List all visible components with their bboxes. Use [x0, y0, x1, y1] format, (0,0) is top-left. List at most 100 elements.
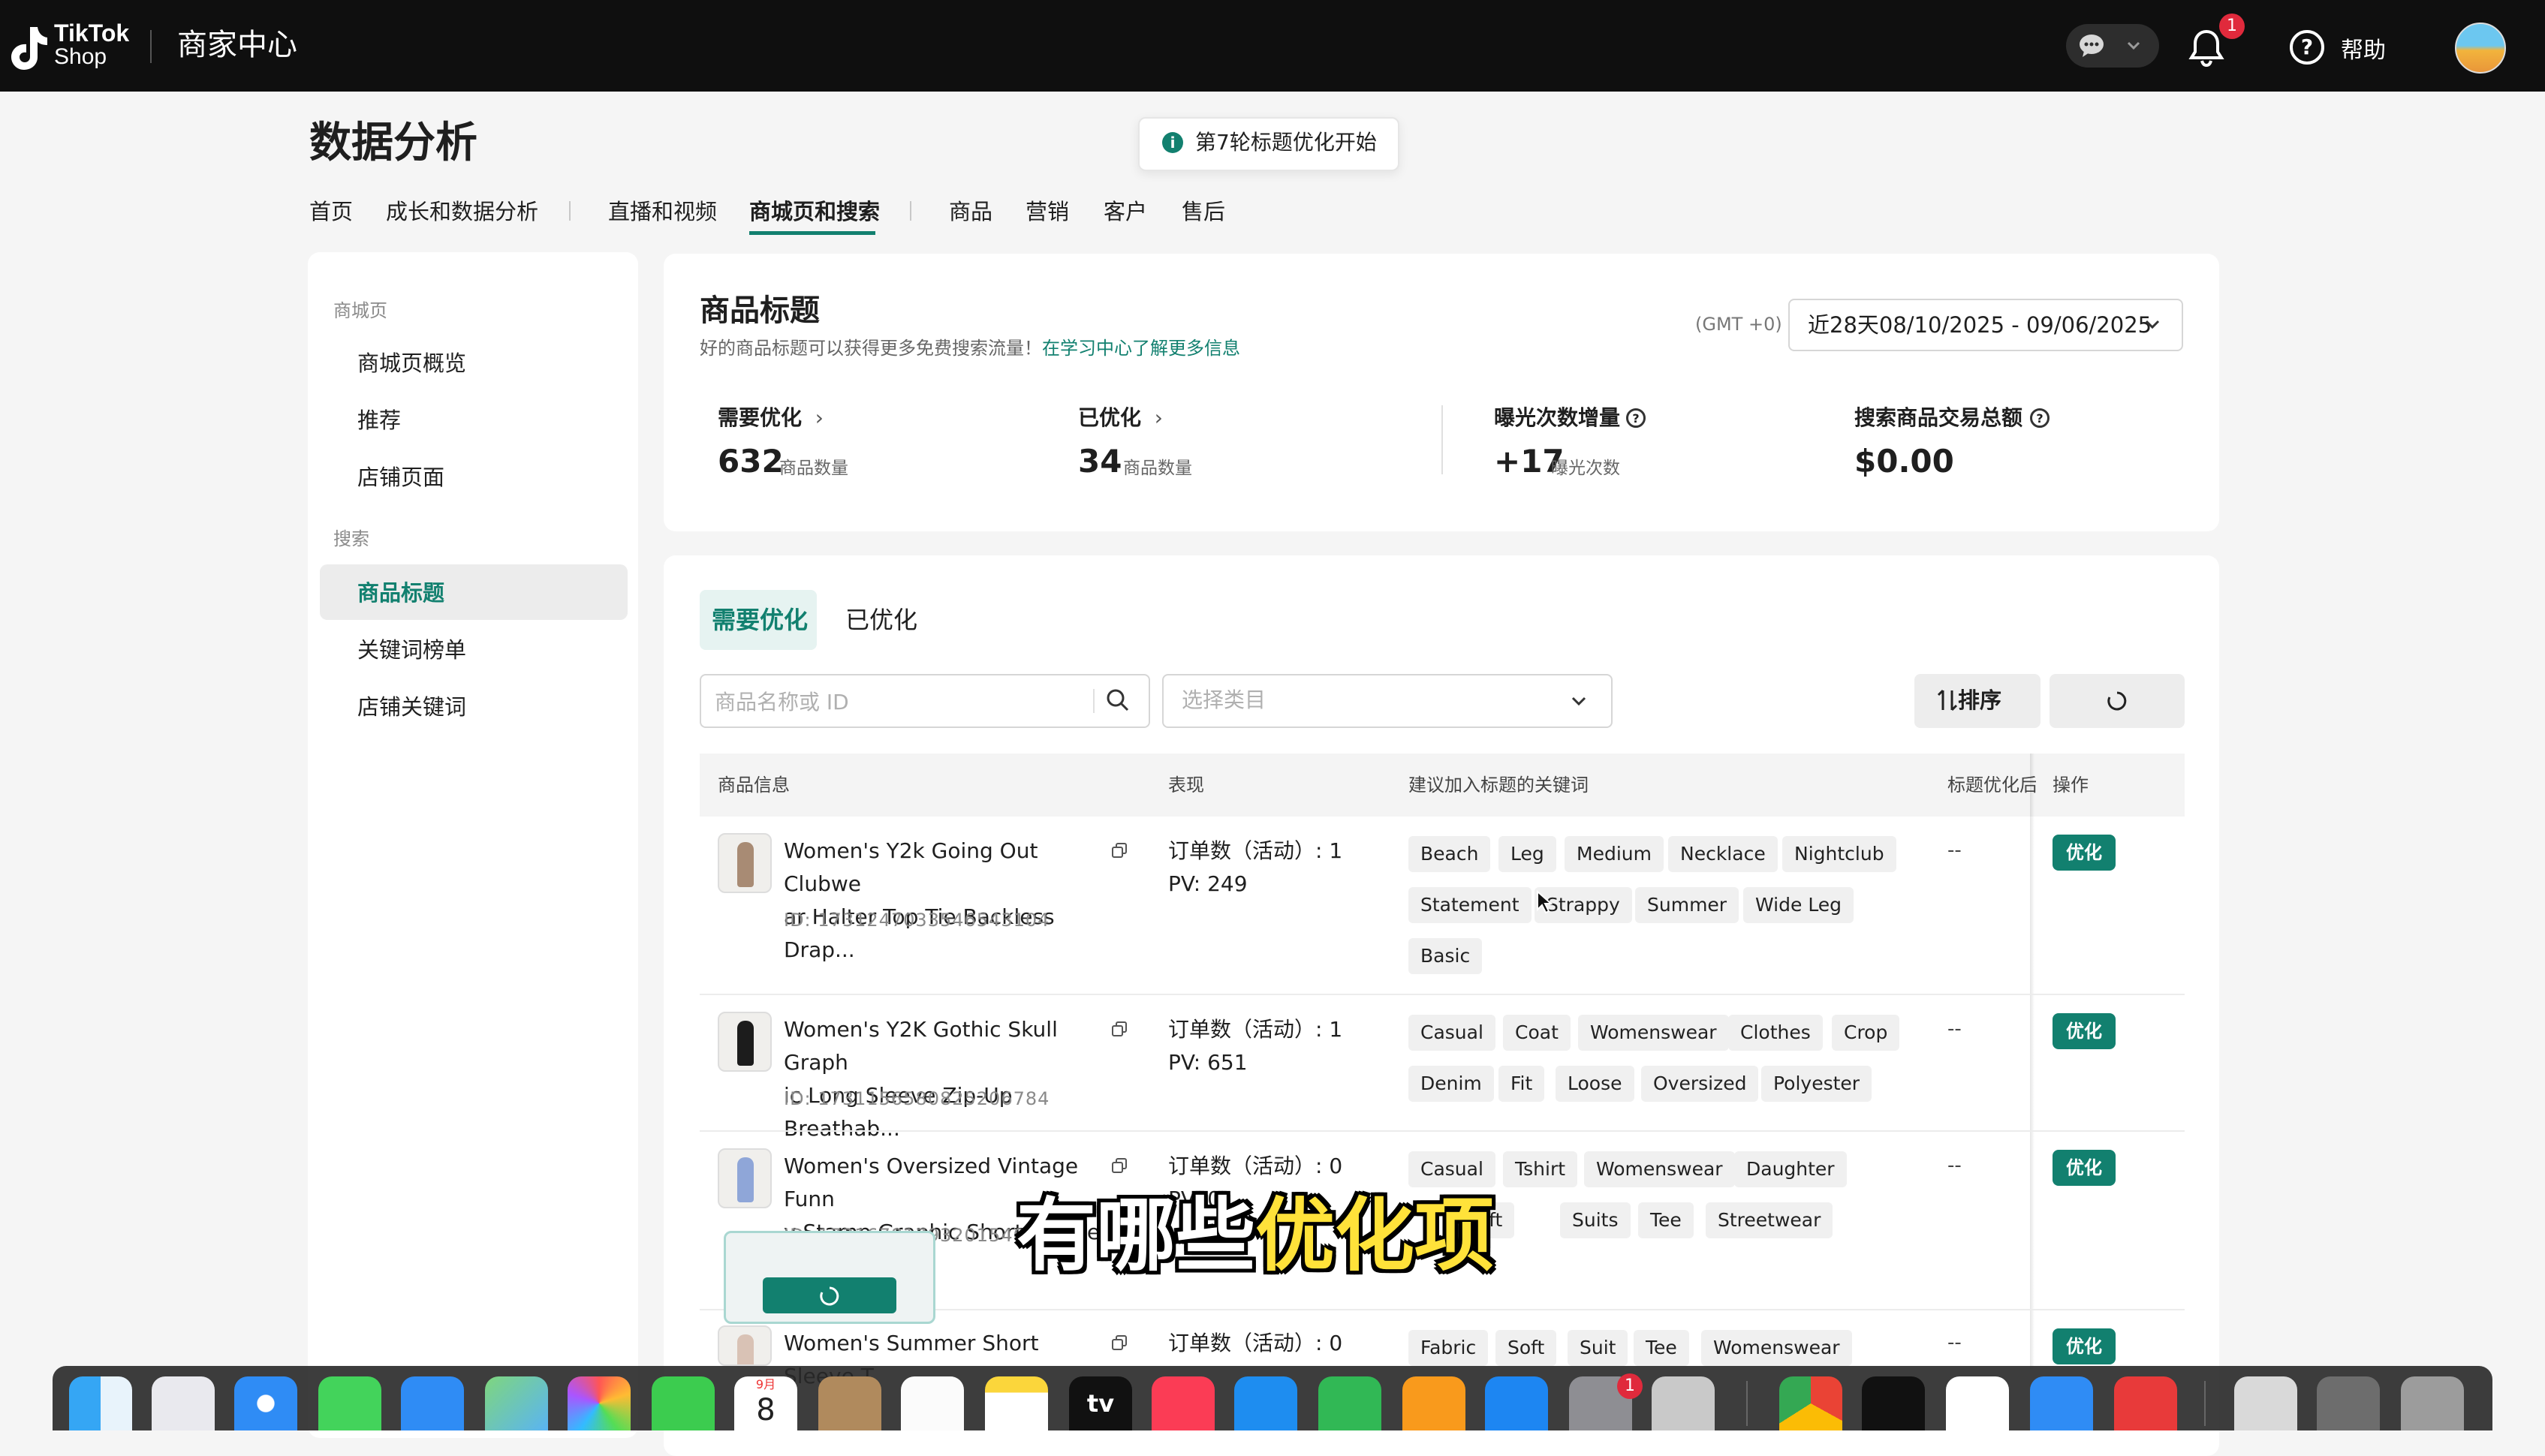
toast-text: 第7轮标题优化开始 [1195, 130, 1377, 155]
metric-unit: 商品数量 [779, 459, 848, 478]
keyword-tag: Summer [1635, 887, 1739, 923]
product-thumbnail[interactable] [718, 1012, 772, 1072]
sidebar-item-mall-overview[interactable]: 商城页概览 [357, 348, 466, 378]
nav-mall-search[interactable]: 商城页和搜索 [749, 197, 880, 227]
apple-tv-icon[interactable]: tv [1069, 1376, 1132, 1430]
safari-icon[interactable] [234, 1376, 297, 1430]
messages-icon[interactable] [318, 1376, 381, 1430]
copy-icon[interactable] [1111, 842, 1128, 859]
chevron-down-icon [1571, 696, 1586, 706]
product-thumbnail[interactable] [718, 1148, 772, 1208]
keyword-tag: Womenswear [1584, 1151, 1735, 1187]
facetime-icon[interactable] [652, 1376, 715, 1430]
optimize-button[interactable]: 优化 [2053, 1328, 2116, 1364]
col-keywords: 建议加入标题的关键词 [1408, 775, 1589, 796]
search-input[interactable] [713, 684, 1092, 719]
keynote-icon[interactable] [1234, 1376, 1297, 1430]
loading-button[interactable] [763, 1277, 896, 1313]
card-title: 商品标题 [700, 293, 820, 328]
sidebar-group-mall: 商城页 [333, 300, 387, 321]
photos-icon[interactable] [568, 1376, 631, 1430]
downloads-folder-icon[interactable] [2234, 1376, 2297, 1430]
sidebar-item-product-title[interactable]: 商品标题 [357, 578, 444, 608]
question-icon[interactable]: ? [1626, 408, 1646, 428]
mail-icon[interactable] [401, 1376, 464, 1430]
contacts-icon[interactable] [818, 1376, 881, 1430]
nav-home[interactable]: 首页 [309, 197, 353, 227]
numbers-icon[interactable] [1318, 1376, 1381, 1430]
col-product-info: 商品信息 [718, 775, 790, 796]
nav-growth[interactable]: 成长和数据分析 [386, 197, 538, 227]
app-title[interactable]: 商家中心 [177, 27, 297, 63]
metric-impressions: 曝光次数增量 [1494, 404, 1620, 432]
sidebar-item-recommend[interactable]: 推荐 [357, 405, 401, 435]
tab-need-optimize[interactable]: 需要优化 [712, 603, 808, 636]
pages-icon[interactable] [1402, 1376, 1465, 1430]
capcut-icon[interactable] [1862, 1376, 1925, 1430]
finder-icon[interactable] [69, 1376, 132, 1430]
netease-music-icon[interactable] [2114, 1376, 2177, 1430]
col-after-optimize: 标题优化后 [1947, 775, 2036, 796]
sidebar-group-search: 搜索 [333, 528, 369, 549]
metric-label: 曝光次数增量 [1494, 405, 1621, 430]
chrome-icon[interactable] [1779, 1376, 1842, 1430]
tiktok-logo-icon[interactable] [8, 24, 50, 72]
calendar-month: 9月 [755, 1377, 776, 1391]
feishu-icon[interactable] [2030, 1376, 2093, 1430]
calendar-icon[interactable]: 9月 8 [734, 1376, 797, 1430]
sidebar-item-keyword-ranking[interactable]: 关键词榜单 [357, 635, 466, 665]
help-label[interactable]: 帮助 [2341, 32, 2386, 65]
keyword-tag: Womenswear [1578, 1015, 1729, 1051]
copy-icon[interactable] [1111, 1021, 1128, 1037]
metric-need-optimize[interactable]: 需要优化 › [718, 404, 824, 432]
row-divider [700, 1130, 2185, 1132]
app-store-icon[interactable] [1485, 1376, 1548, 1430]
iphone-mirroring-icon[interactable] [1652, 1376, 1715, 1430]
chevron-down-icon [2145, 320, 2160, 329]
optimize-button[interactable]: 优化 [2053, 835, 2116, 871]
help-icon[interactable]: ? [2290, 30, 2324, 65]
nav-products[interactable]: 商品 [949, 197, 992, 227]
nav-customers[interactable]: 客户 [1104, 197, 1147, 227]
copy-icon[interactable] [1111, 1334, 1128, 1351]
orders-count: 订单数（活动）: 0 [1168, 1154, 1343, 1178]
learn-more-link[interactable]: 在学习中心了解更多信息 [1042, 338, 1240, 359]
product-thumbnail[interactable] [718, 833, 772, 893]
reminders-icon[interactable] [901, 1376, 964, 1430]
nav-after-sales[interactable]: 售后 [1182, 197, 1225, 227]
music-icon[interactable] [1152, 1376, 1215, 1430]
product-name[interactable]: Women's Y2K Gothic Skull Graph ic Long S… [784, 1013, 1107, 1145]
keyword-tag: Nightclub [1782, 836, 1896, 872]
launchpad-icon[interactable] [152, 1376, 215, 1430]
performance: 订单数（活动）: 0 [1168, 1327, 1342, 1360]
dock-separator [1746, 1381, 1748, 1426]
nav-marketing[interactable]: 营销 [1026, 197, 1069, 227]
question-icon[interactable]: ? [2030, 408, 2050, 428]
nav-live-video[interactable]: 直播和视频 [608, 197, 717, 227]
notes-icon[interactable] [985, 1376, 1048, 1430]
vscode-icon[interactable] [1946, 1376, 2009, 1430]
header-divider [150, 30, 152, 63]
tab-optimized[interactable]: 已优化 [845, 603, 917, 636]
product-thumbnail[interactable] [718, 1325, 772, 1366]
card-subtitle: 好的商品标题可以获得更多免费搜索流量！在学习中心了解更多信息 [700, 336, 1240, 360]
subtitle-highlight-part: 优化项 [1255, 1190, 1494, 1282]
metric-unit: 商品数量 [1123, 459, 1192, 478]
optimize-button[interactable]: 优化 [2053, 1150, 2116, 1186]
search-icon[interactable] [1105, 687, 1131, 713]
avatar[interactable] [2455, 23, 2506, 74]
col-performance: 表现 [1168, 775, 1204, 796]
product-name[interactable]: Women's Y2k Going Out Clubwe ar Halter T… [784, 835, 1107, 967]
orders-count: 订单数（活动）: 1 [1168, 838, 1343, 863]
trash-icon[interactable] [2401, 1376, 2464, 1430]
chevron-right-icon: › [815, 405, 824, 430]
chat-button[interactable] [2066, 24, 2159, 68]
copy-icon[interactable] [1111, 1157, 1128, 1174]
keyword-tag: Suit [1568, 1330, 1628, 1366]
sidebar-item-shop-keywords[interactable]: 店铺关键词 [357, 692, 466, 722]
sidebar-item-shop-page[interactable]: 店铺页面 [357, 462, 444, 492]
screenshot-folder-icon[interactable] [2317, 1376, 2380, 1430]
optimize-button[interactable]: 优化 [2053, 1013, 2116, 1049]
maps-icon[interactable] [485, 1376, 548, 1430]
metric-optimized[interactable]: 已优化 › [1078, 404, 1163, 432]
